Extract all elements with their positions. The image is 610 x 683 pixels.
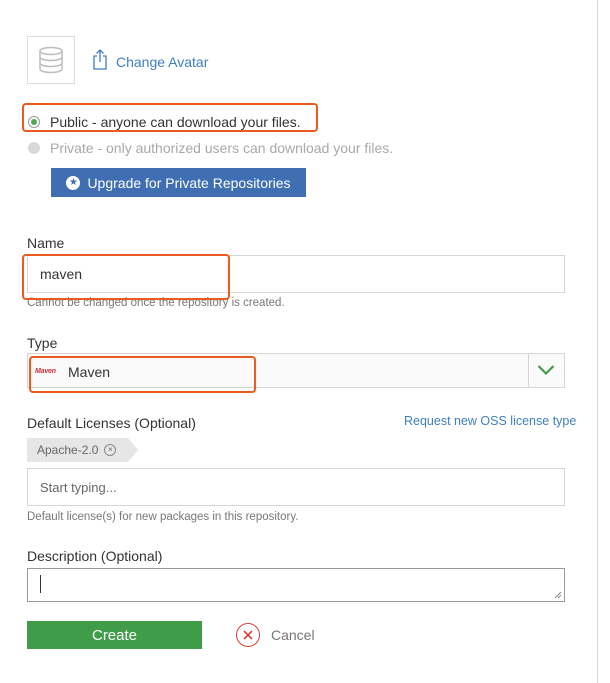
cancel-button-label: Cancel bbox=[271, 627, 315, 643]
licenses-label: Default Licenses (Optional) bbox=[27, 415, 196, 431]
database-icon bbox=[39, 46, 63, 74]
request-oss-license-link[interactable]: Request new OSS license type bbox=[404, 414, 576, 428]
public-radio[interactable] bbox=[28, 116, 40, 128]
name-input-value: maven bbox=[40, 266, 83, 282]
name-hint: Cannot be changed once the repository is… bbox=[27, 297, 285, 309]
description-textarea[interactable] bbox=[27, 568, 565, 602]
create-button-label: Create bbox=[91, 626, 138, 644]
create-button[interactable]: Create bbox=[27, 621, 202, 649]
upgrade-private-repositories-button[interactable]: ★ Upgrade for Private Repositories bbox=[51, 168, 306, 197]
name-input[interactable]: maven bbox=[27, 255, 565, 293]
change-avatar-label[interactable]: Change Avatar bbox=[116, 54, 208, 70]
share-upload-icon bbox=[93, 49, 107, 70]
private-radio bbox=[28, 142, 40, 154]
select-divider bbox=[528, 354, 529, 387]
license-input-placeholder: Start typing... bbox=[40, 480, 117, 495]
visibility-public-option[interactable]: Public - anyone can download your files. bbox=[28, 114, 301, 130]
text-cursor bbox=[40, 575, 41, 593]
private-radio-label: Private - only authorized users can down… bbox=[50, 140, 394, 156]
type-select[interactable]: Maven Maven bbox=[27, 353, 565, 388]
cancel-button[interactable]: Cancel bbox=[236, 623, 315, 647]
name-label: Name bbox=[27, 235, 65, 251]
remove-tag-icon[interactable]: × bbox=[104, 444, 117, 456]
type-selected-value: Maven bbox=[68, 364, 111, 380]
close-circle-icon bbox=[236, 623, 260, 647]
description-label: Description (Optional) bbox=[27, 548, 163, 564]
star-circle-icon: ★ bbox=[66, 175, 81, 190]
resize-handle-icon[interactable] bbox=[554, 591, 562, 599]
license-tag-label: Apache-2.0 bbox=[37, 443, 99, 457]
panel-border bbox=[597, 0, 598, 683]
upgrade-button-label: Upgrade for Private Repositories bbox=[87, 174, 291, 191]
maven-logo: Maven bbox=[35, 368, 56, 375]
visibility-private-option: Private - only authorized users can down… bbox=[28, 140, 393, 156]
type-label: Type bbox=[27, 335, 58, 351]
licenses-hint: Default license(s) for new packages in t… bbox=[27, 511, 299, 523]
chevron-down-icon[interactable] bbox=[537, 363, 555, 377]
license-search-input[interactable]: Start typing... bbox=[27, 468, 565, 506]
repository-avatar[interactable] bbox=[27, 36, 75, 84]
change-avatar-link[interactable]: Change Avatar bbox=[92, 48, 208, 70]
license-tag: Apache-2.0 × bbox=[27, 438, 139, 462]
create-repository-form: Change Avatar Public - anyone can downlo… bbox=[0, 0, 610, 683]
public-radio-label[interactable]: Public - anyone can download your files. bbox=[50, 114, 301, 130]
